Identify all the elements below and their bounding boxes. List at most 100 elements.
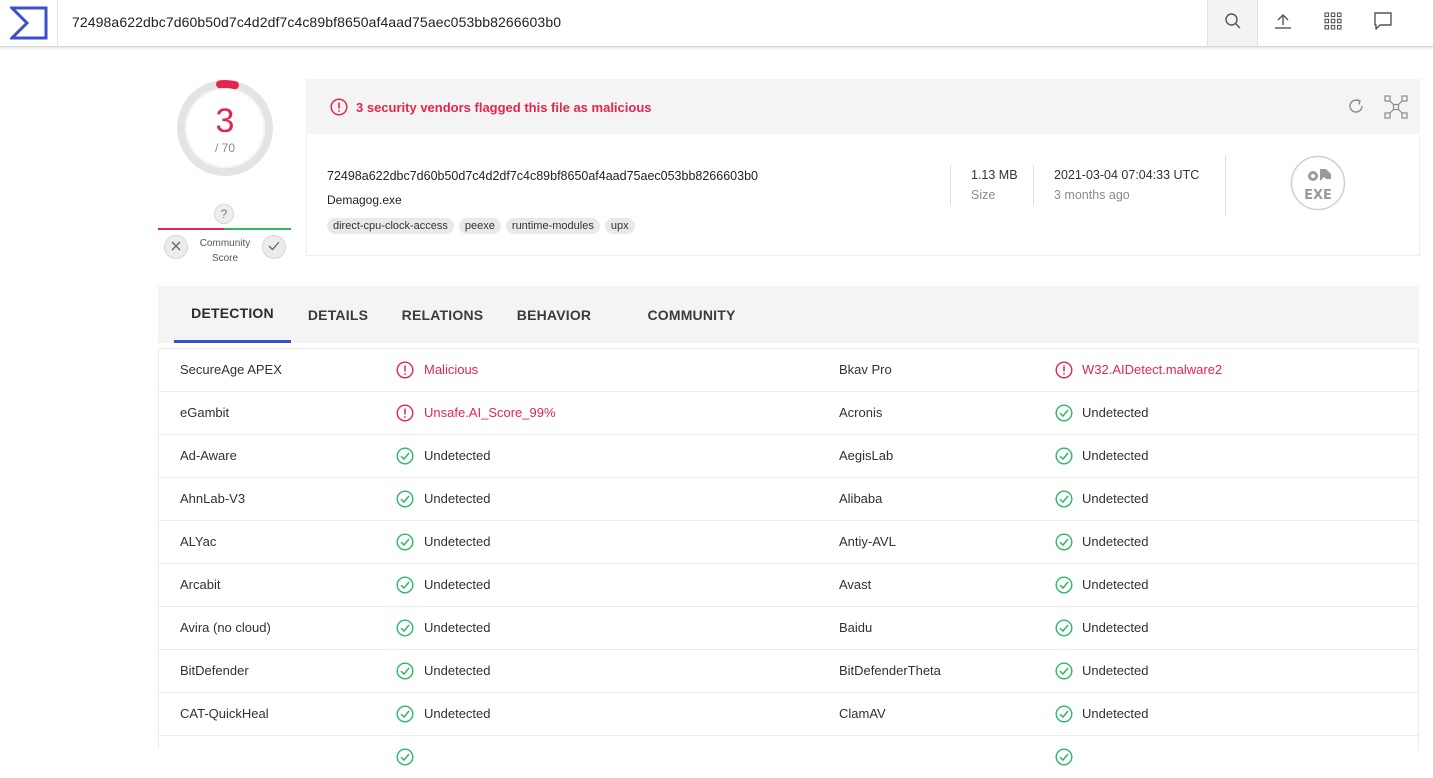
file-info-panel: 72498a622dbc7d60b50d7c4d2df7c4c89bf8650a… [306,134,1420,256]
divider [1033,165,1034,205]
table-row: eGambit Unsafe.AI_Score_99% Acronis Undetec… [159,391,1418,434]
check-circle-icon [1055,576,1073,599]
table-row: Ad-Aware Undetected AegisLab Undetected [159,434,1418,477]
file-tag[interactable]: peexe [458,218,501,234]
alert-circle-icon [396,404,414,427]
comment-icon [1373,11,1393,36]
table-row: CAT-QuickHeal Undetected ClamAV Undetected [159,692,1418,735]
community-label-line-2: Score [211,253,239,264]
alert-circle-icon [396,361,414,384]
detection-result: Undetected [1082,663,1149,678]
grid-icon [1324,11,1342,35]
detection-alert-banner: 3 security vendors flagged this file as … [306,79,1420,134]
detection-result: Undetected [1082,405,1149,420]
detection-result: Undetected [1082,534,1149,549]
detections-table: SecureAge APEX Malicious Bkav Pro W32.AIDet… [158,348,1419,766]
analysis-date-value: 2021-03-04 07:04:33 UTC [1054,168,1200,182]
tab-details[interactable]: DETAILS [303,286,373,343]
divider [950,165,951,205]
engine-name: ALYac [180,534,217,549]
check-circle-icon [1055,705,1073,728]
detection-result: Malicious [424,362,479,377]
upload-icon [1274,12,1292,35]
engine-name: Alibaba [839,491,883,506]
tab-detection[interactable]: DETECTION [174,286,291,343]
analysis-date-relative: 3 months ago [1054,188,1130,202]
detection-result: Unsafe.AI_Score_99% [424,405,556,420]
engine-name: AhnLab-V3 [180,491,246,506]
check-circle-icon [1055,533,1073,556]
file-tag[interactable]: upx [604,218,635,234]
engine-name: SecureAge APEX [180,362,282,377]
file-size-value: 1.13 MB [971,168,1018,182]
vote-harmful-button[interactable] [164,235,188,259]
apps-button[interactable] [1308,0,1358,46]
file-hash[interactable]: 72498a622dbc7d60b50d7c4d2df7c4c89bf8650a… [327,169,758,183]
file-tags: direct-cpu-clock-access peexe runtime-mo… [327,218,635,234]
file-name: Demagog.exe [327,193,402,207]
engine-name: ClamAV [839,706,886,721]
check-circle-icon [396,619,414,642]
upload-button[interactable] [1258,0,1308,46]
tab-relations[interactable]: RELATIONS [394,286,491,343]
community-label-line-1: Community [199,238,251,249]
engine-name: Avira (no cloud) [180,620,271,635]
search-icon [1224,12,1242,35]
vote-harmless-button[interactable] [262,235,286,259]
engine-name: Arcabit [180,577,221,592]
virustotal-logo-icon[interactable] [0,0,58,46]
detection-result: Undetected [424,663,491,678]
check-icon [268,238,280,256]
check-circle-icon [1055,748,1073,771]
detection-result: Undetected [424,491,491,506]
graph-icon[interactable] [1384,95,1408,124]
detection-result: Undetected [424,706,491,721]
close-icon [171,238,181,256]
alert-circle-icon [1055,361,1073,384]
check-circle-icon [1055,619,1073,642]
detection-result: Undetected [424,448,491,463]
detection-result: Undetected [424,577,491,592]
comment-button[interactable] [1358,0,1408,46]
reanalyze-icon[interactable] [1346,96,1366,121]
search-button[interactable] [1207,0,1258,46]
alert-circle-icon [330,98,348,121]
check-circle-icon [1055,662,1073,685]
detection-result: Undetected [1082,577,1149,592]
tab-community[interactable]: COMMUNITY [634,286,749,343]
engine-name: Acronis [839,405,883,420]
check-circle-icon [396,748,414,771]
check-circle-icon [396,705,414,728]
check-circle-icon [1055,447,1073,470]
engine-name: Bkav Pro [839,362,892,377]
file-tag[interactable]: runtime-modules [505,218,600,234]
detection-result: Undetected [1082,706,1149,721]
detection-result: Undetected [1082,448,1149,463]
search-input[interactable]: 72498a622dbc7d60b50d7c4d2df7c4c89bf8650a… [72,14,561,30]
table-row [159,735,1418,778]
tab-behavior[interactable]: BEHAVIOR [510,286,598,343]
check-circle-icon [396,576,414,599]
top-bar: 72498a622dbc7d60b50d7c4d2df7c4c89bf8650a… [0,0,1433,47]
detected-count: 3 [215,102,235,140]
table-row: Avira (no cloud) Undetected Baidu Undetecte… [159,606,1418,649]
check-circle-icon [396,490,414,513]
table-row: Arcabit Undetected Avast Undetected [159,563,1418,606]
table-row: BitDefender Undetected BitDefenderTheta Und… [159,649,1418,692]
exe-file-type-icon: EXE [1290,155,1346,211]
community-score-value: ? [214,204,234,224]
svg-text:EXE: EXE [1304,188,1332,203]
engine-name: BitDefender [180,663,249,678]
detection-result: Undetected [424,620,491,635]
engine-name: Avast [839,577,872,592]
check-circle-icon [1055,490,1073,513]
check-circle-icon [1055,404,1073,427]
engine-name: BitDefenderTheta [839,663,941,678]
detection-result: Undetected [1082,620,1149,635]
community-score-label: Community Score [190,236,260,266]
engine-name: eGambit [180,405,230,420]
file-tag[interactable]: direct-cpu-clock-access [327,218,454,234]
detection-result: Undetected [424,534,491,549]
file-size-label: Size [971,188,996,202]
top-actions [1207,0,1433,46]
